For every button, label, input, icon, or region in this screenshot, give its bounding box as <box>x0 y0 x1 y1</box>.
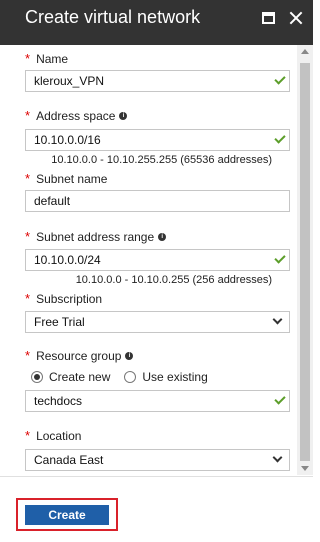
info-icon[interactable]: i <box>119 112 128 120</box>
radio-create-new-label: Create new <box>49 370 111 384</box>
resource-group-label-text: Resource group <box>36 349 122 363</box>
vertical-scrollbar[interactable] <box>297 45 313 475</box>
blade-header: Create virtual network <box>0 0 313 45</box>
name-label: * Name <box>25 51 69 67</box>
required-marker: * <box>25 348 31 363</box>
name-input[interactable]: kleroux_VPN <box>25 70 290 92</box>
location-label-text: Location <box>36 429 82 443</box>
subnet-range-value: 10.10.0.0/24 <box>34 253 101 267</box>
scroll-thumb[interactable] <box>300 63 310 461</box>
address-space-hint: 10.10.0.0 - 10.10.255.255 (65536 address… <box>51 154 272 166</box>
required-marker: * <box>25 51 31 66</box>
info-icon[interactable]: i <box>125 352 134 360</box>
address-space-value: 10.10.0.0/16 <box>34 133 101 147</box>
required-marker: * <box>25 171 31 186</box>
resource-group-value: techdocs <box>34 394 83 408</box>
subnet-name-label: * Subnet name <box>25 171 108 187</box>
address-space-label: * Address space i <box>25 108 128 123</box>
address-space-input[interactable]: 10.10.0.0/16 <box>25 129 290 151</box>
scroll-down-icon[interactable] <box>301 466 309 471</box>
subnet-name-value: default <box>34 194 71 208</box>
address-space-label-text: Address space <box>36 109 116 123</box>
resource-group-label: * Resource group i <box>25 348 134 363</box>
subnet-range-label: * Subnet address range i <box>25 229 167 244</box>
subnet-range-hint: 10.10.0.0 - 10.10.0.255 (256 addresses) <box>75 274 272 286</box>
radio-use-existing[interactable]: Use existing <box>124 370 208 384</box>
location-dropdown[interactable]: Canada East <box>25 449 290 471</box>
radio-button[interactable] <box>124 371 137 383</box>
subnet-range-input[interactable]: 10.10.0.0/24 <box>25 249 290 271</box>
maximize-icon[interactable] <box>258 8 278 28</box>
create-button[interactable]: Create <box>25 505 109 525</box>
subnet-name-label-text: Subnet name <box>36 172 108 186</box>
name-input-value: kleroux_VPN <box>34 74 105 88</box>
subnet-name-input[interactable]: default <box>25 190 290 212</box>
subscription-dropdown[interactable]: Free Trial <box>25 311 290 333</box>
radio-create-new[interactable]: Create new <box>31 370 110 384</box>
close-icon[interactable] <box>286 8 306 28</box>
blade-content: * Name kleroux_VPN * Address space i 10.… <box>0 45 296 475</box>
required-marker: * <box>25 108 31 123</box>
name-label-text: Name <box>36 52 69 66</box>
info-icon[interactable]: i <box>158 233 167 241</box>
valid-check-icon <box>274 252 286 264</box>
radio-button-selected[interactable] <box>31 371 43 383</box>
resource-group-input[interactable]: techdocs <box>25 390 290 412</box>
location-value: Canada East <box>34 453 104 467</box>
subscription-label: * Subscription <box>25 291 103 307</box>
required-marker: * <box>25 428 31 443</box>
subnet-range-label-text: Subnet address range <box>36 230 155 244</box>
chevron-down-icon <box>272 314 283 325</box>
chevron-down-icon <box>272 452 283 463</box>
scroll-up-icon[interactable] <box>301 49 309 54</box>
location-label: * Location <box>25 428 82 444</box>
valid-check-icon <box>274 132 286 144</box>
footer-divider <box>0 476 313 477</box>
blade-title: Create virtual network <box>25 7 201 27</box>
valid-check-icon <box>274 73 286 85</box>
subscription-label-text: Subscription <box>36 292 103 306</box>
subscription-value: Free Trial <box>34 315 85 329</box>
required-marker: * <box>25 291 31 306</box>
radio-use-existing-label: Use existing <box>142 370 208 384</box>
valid-check-icon <box>274 393 286 405</box>
required-marker: * <box>25 229 31 244</box>
resource-group-radio-group: Create new Use existing <box>31 370 222 384</box>
